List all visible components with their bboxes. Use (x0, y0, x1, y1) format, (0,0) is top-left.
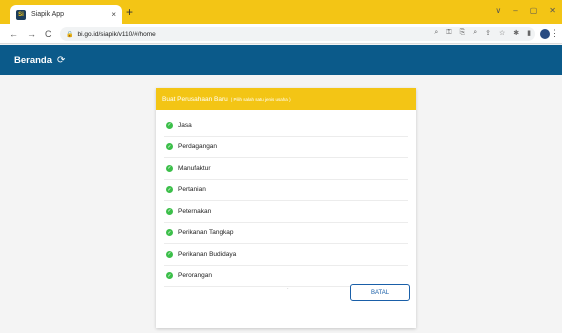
list-item-pertanian[interactable]: ✓ Pertanian (164, 180, 408, 201)
check-circle-icon: ✓ (166, 207, 173, 215)
url-text: bi.go.id/siapik/v110/#/home (77, 30, 156, 38)
maximize-button[interactable]: ▢ (530, 6, 538, 15)
zoom-icon[interactable]: ⌕ (434, 29, 438, 37)
browser-toolbar: ← → C 🔒 bi.go.id/siapik/v110/#/home ⌕ ⚿ … (0, 24, 562, 44)
list-item-label: Pertanian (178, 186, 206, 194)
forward-icon[interactable]: → (27, 29, 36, 39)
list-item-manufaktur[interactable]: ✓ Manufaktur (164, 158, 408, 180)
check-circle-icon: ✓ (166, 186, 173, 194)
list-item-label: Perikanan Tangkap (178, 229, 234, 237)
list-item-label: Perikanan Budidaya (178, 250, 237, 258)
check-circle-icon: ✓ (166, 143, 173, 151)
check-circle-icon: ✓ (166, 121, 173, 129)
minimize-button[interactable]: – (513, 6, 517, 15)
list-item-label: Jasa (178, 121, 192, 129)
bookmark-star-icon[interactable]: ☆ (499, 29, 505, 37)
browser-tab-strip: Si Siapik App × + ∨ – ▢ ✕ (0, 0, 562, 24)
reload-icon[interactable]: C (45, 29, 52, 39)
page-title: Beranda (14, 54, 53, 66)
business-type-list: ✓ Jasa ✓ Perdagangan ✓ Manufaktur ✓ Pert… (156, 110, 416, 287)
address-bar[interactable]: 🔒 bi.go.id/siapik/v110/#/home ⌕ ⚿ ⎘ ⌕ ⇪ … (60, 27, 535, 41)
list-item-perdagangan[interactable]: ✓ Perdagangan (164, 137, 408, 158)
close-tab-icon[interactable]: × (111, 10, 116, 19)
list-item-label: Perorangan (178, 272, 212, 280)
share-icon[interactable]: ⎘ (460, 29, 466, 37)
new-tab-button[interactable]: + (126, 6, 133, 18)
card-hint: ( Pilih salah satu jenis usaha ) (230, 96, 291, 102)
list-item-peternakan[interactable]: ✓ Peternakan (164, 201, 408, 223)
card-title: Buat Perusahaan Baru (162, 95, 228, 103)
address-bar-actions: ⌕ ⚿ ⎘ ⌕ ⇪ ☆ ✱ ▮ (434, 29, 531, 37)
close-window-button[interactable]: ✕ (549, 6, 556, 15)
list-item-label: Manufaktur (178, 164, 211, 172)
check-circle-icon: ✓ (166, 164, 173, 172)
check-circle-icon: ✓ (166, 272, 173, 280)
menu-kebab-icon[interactable]: ⋮ (550, 28, 559, 39)
back-icon[interactable]: ← (9, 29, 18, 39)
cancel-button[interactable]: BATAL (350, 284, 410, 301)
list-item-label: Perdagangan (178, 143, 218, 151)
check-circle-icon: ✓ (166, 229, 173, 237)
list-item-jasa[interactable]: ✓ Jasa (164, 115, 408, 137)
list-item-label: Peternakan (178, 207, 212, 215)
refresh-icon[interactable]: ⟳ (57, 55, 65, 66)
list-item-perikanan-budidaya[interactable]: ✓ Perikanan Budidaya (164, 244, 408, 266)
dot-marker: · (287, 286, 289, 292)
card-header: Buat Perusahaan Baru ( Pilih salah satu … (156, 88, 416, 110)
window-controls: ∨ – ▢ ✕ (495, 6, 556, 15)
tab-title: Siapik App (31, 11, 65, 18)
app-header: Beranda ⟳ (0, 45, 562, 75)
new-company-card: Buat Perusahaan Baru ( Pilih salah satu … (156, 88, 416, 328)
profile-avatar[interactable] (540, 29, 550, 39)
check-circle-icon: ✓ (166, 250, 173, 258)
install-icon[interactable]: ⇪ (485, 29, 491, 37)
lock-icon: 🔒 (66, 31, 74, 38)
browser-tab[interactable]: Si Siapik App × (10, 5, 122, 24)
key-icon[interactable]: ⚿ (446, 29, 451, 37)
tab-search-icon[interactable]: ∨ (495, 6, 501, 15)
app-favicon-icon: Si (16, 9, 26, 20)
search-icon[interactable]: ⌕ (473, 29, 477, 37)
extensions-icon[interactable]: ✱ (513, 29, 519, 37)
list-item-perikanan-tangkap[interactable]: ✓ Perikanan Tangkap (164, 223, 408, 244)
card-footer: · BATAL (156, 284, 416, 304)
sidebar-icon[interactable]: ▮ (527, 29, 531, 37)
